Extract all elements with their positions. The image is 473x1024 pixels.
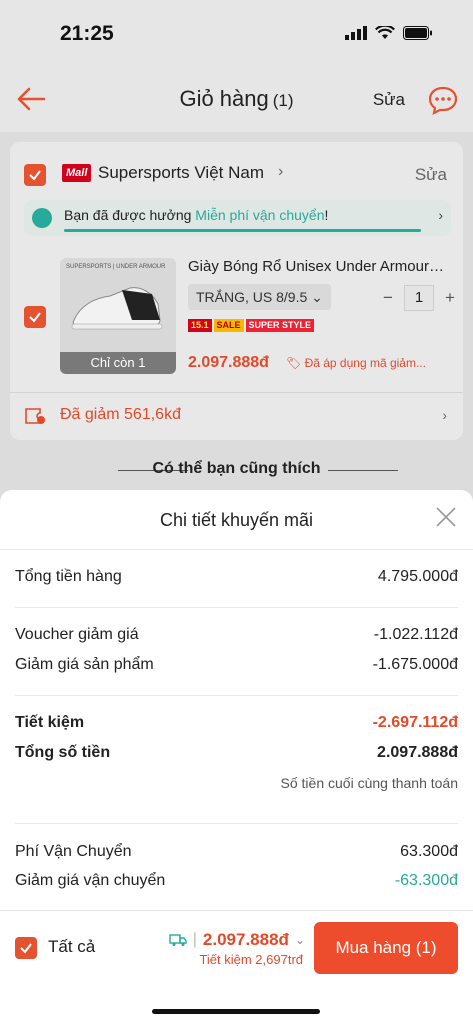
wifi-icon bbox=[375, 26, 395, 39]
header: Giỏ hàng (1) Sửa bbox=[0, 68, 473, 132]
row-value: -63.300đ bbox=[394, 872, 458, 889]
promo-tag: SALE bbox=[213, 319, 244, 332]
shop-edit-button[interactable]: Sửa bbox=[415, 165, 447, 185]
signal-icon bbox=[345, 26, 367, 40]
chevron-right-icon: › bbox=[442, 407, 447, 423]
quantity-stepper: − 1 + bbox=[378, 285, 460, 311]
row-value: 4.795.000đ bbox=[377, 568, 458, 585]
close-icon[interactable] bbox=[435, 506, 457, 528]
product-name[interactable]: Giày Bóng Rổ Unisex Under Armour Curry bbox=[188, 258, 444, 275]
row-label: Tổng số tiền bbox=[15, 744, 111, 761]
battery-icon bbox=[403, 26, 432, 40]
row-savings: Tiết kiệm -2.697.112đ bbox=[15, 714, 458, 732]
check-icon bbox=[29, 312, 41, 323]
home-indicator bbox=[152, 1009, 320, 1014]
footer-total[interactable]: | 2.097.888đ ⌄ bbox=[169, 930, 305, 950]
sheet-title: Chi tiết khuyến mãi bbox=[159, 510, 314, 530]
separator: | bbox=[192, 931, 197, 948]
shipping-progress-bar bbox=[64, 229, 421, 232]
quantity-value[interactable]: 1 bbox=[404, 285, 434, 311]
divider-line bbox=[328, 470, 398, 471]
row-value: -1.675.000đ bbox=[372, 656, 458, 673]
truck-icon bbox=[169, 934, 187, 946]
cart-count: (1) bbox=[272, 91, 294, 110]
shipping-text: Bạn đã được hưởng Miễn phí vận chuyển! bbox=[64, 207, 328, 223]
checkout-bar: Tất cả | 2.097.888đ ⌄ Tiết kiệm 2,697trđ… bbox=[0, 910, 473, 1024]
product-brand-text: SUPERSPORTS | UNDER ARMOUR bbox=[66, 264, 166, 270]
row-value: -2.697.112đ bbox=[372, 714, 458, 731]
row-value: 63.300đ bbox=[400, 843, 458, 860]
status-icons bbox=[345, 26, 433, 40]
discount-text: Đã giảm 561,6kđ bbox=[60, 406, 181, 423]
footer-savings: Tiết kiệm 2,697trđ bbox=[199, 952, 303, 967]
shop-checkbox[interactable] bbox=[24, 164, 46, 186]
row-label: Tổng tiền hàng bbox=[15, 568, 122, 585]
divider bbox=[0, 549, 473, 550]
row-value: 2.097.888đ bbox=[377, 744, 458, 761]
increase-button[interactable]: + bbox=[440, 288, 460, 308]
row-voucher: Voucher giảm giá -1.022.112đ bbox=[15, 626, 458, 644]
check-icon bbox=[29, 170, 41, 181]
voucher-note-text: Đã áp dụng mã giảm... bbox=[304, 356, 426, 370]
promo-tag: 15.1 bbox=[188, 319, 212, 332]
voucher-icon: 🏷 bbox=[286, 356, 302, 370]
footer-total-amount: 2.097.888đ bbox=[202, 930, 289, 949]
decrease-button[interactable]: − bbox=[378, 288, 398, 308]
chevron-down-icon: ⌄ bbox=[311, 289, 323, 305]
suggest-title: Có thể bạn cũng thích bbox=[152, 460, 321, 477]
shipping-prefix: Bạn đã được hưởng bbox=[64, 207, 196, 223]
row-label: Voucher giảm giá bbox=[15, 626, 139, 643]
row-shipping-fee: Phí Vận Chuyển 63.300đ bbox=[15, 843, 458, 861]
shipping-suffix: ! bbox=[324, 207, 329, 223]
product-image[interactable]: SUPERSPORTS | UNDER ARMOUR Chỉ còn 1 bbox=[60, 258, 176, 374]
stock-label: Chỉ còn 1 bbox=[60, 352, 176, 374]
mall-badge: Mall bbox=[62, 164, 92, 182]
header-edit-button[interactable]: Sửa bbox=[373, 90, 405, 110]
promo-tag: SUPER STYLE bbox=[245, 319, 315, 332]
row-label: Giảm giá sản phẩm bbox=[15, 656, 154, 673]
row-product-discount: Giảm giá sản phẩm -1.675.000đ bbox=[15, 656, 458, 674]
row-label: Tiết kiệm bbox=[15, 714, 85, 731]
status-time: 21:25 bbox=[60, 22, 114, 45]
variant-selector[interactable]: TRẮNG, US 8/9.5 ⌄ bbox=[188, 284, 331, 310]
item-checkbox[interactable] bbox=[24, 306, 46, 328]
row-subtotal: Tổng tiền hàng 4.795.000đ bbox=[15, 568, 458, 586]
item-price: 2.097.888đ bbox=[188, 354, 269, 371]
select-all-label[interactable]: Tất cả bbox=[48, 937, 95, 957]
ticket-icon bbox=[25, 408, 45, 424]
free-shipping-banner[interactable]: Bạn đã được hưởng Miễn phí vận chuyển! › bbox=[24, 200, 451, 236]
divider bbox=[15, 823, 458, 824]
divider bbox=[15, 607, 458, 608]
promotion-detail-sheet: Chi tiết khuyến mãi Tổng tiền hàng 4.795… bbox=[0, 490, 473, 910]
chevron-right-icon[interactable]: › bbox=[278, 163, 283, 181]
row-total: Tổng số tiền 2.097.888đ bbox=[15, 744, 458, 762]
voucher-note[interactable]: 🏷 Đã áp dụng mã giảm... bbox=[286, 356, 426, 370]
buy-button[interactable]: Mua hàng (1) bbox=[314, 922, 458, 974]
chevron-down-icon: ⌄ bbox=[294, 933, 305, 947]
final-payment-note: Số tiền cuối cùng thanh toán bbox=[280, 775, 458, 791]
promo-tags: 15.1 SALE SUPER STYLE bbox=[188, 319, 315, 332]
select-all-checkbox[interactable] bbox=[15, 937, 37, 959]
divider bbox=[15, 695, 458, 696]
row-label: Giảm giá vận chuyển bbox=[15, 872, 166, 889]
discount-row[interactable]: Đã giảm 561,6kđ › bbox=[10, 392, 463, 438]
shop-name[interactable]: Supersports Việt Nam bbox=[98, 163, 264, 183]
chat-icon[interactable] bbox=[427, 85, 459, 115]
chevron-right-icon: › bbox=[438, 207, 443, 223]
shipping-highlight: Miễn phí vận chuyển bbox=[195, 207, 325, 223]
status-bar: 21:25 bbox=[0, 0, 473, 68]
truck-icon bbox=[32, 208, 52, 228]
shop-card: Mall Supersports Việt Nam › Sửa Bạn đã đ… bbox=[10, 142, 463, 440]
row-value: -1.022.112đ bbox=[373, 626, 458, 643]
shoe-icon bbox=[71, 287, 163, 330]
page-title-text: Giỏ hàng bbox=[179, 86, 269, 111]
check-icon bbox=[20, 943, 32, 954]
row-label: Phí Vận Chuyển bbox=[15, 843, 132, 860]
variant-text: TRẮNG, US 8/9.5 bbox=[196, 289, 308, 305]
row-shipping-discount: Giảm giá vận chuyển -63.300đ bbox=[15, 872, 458, 890]
